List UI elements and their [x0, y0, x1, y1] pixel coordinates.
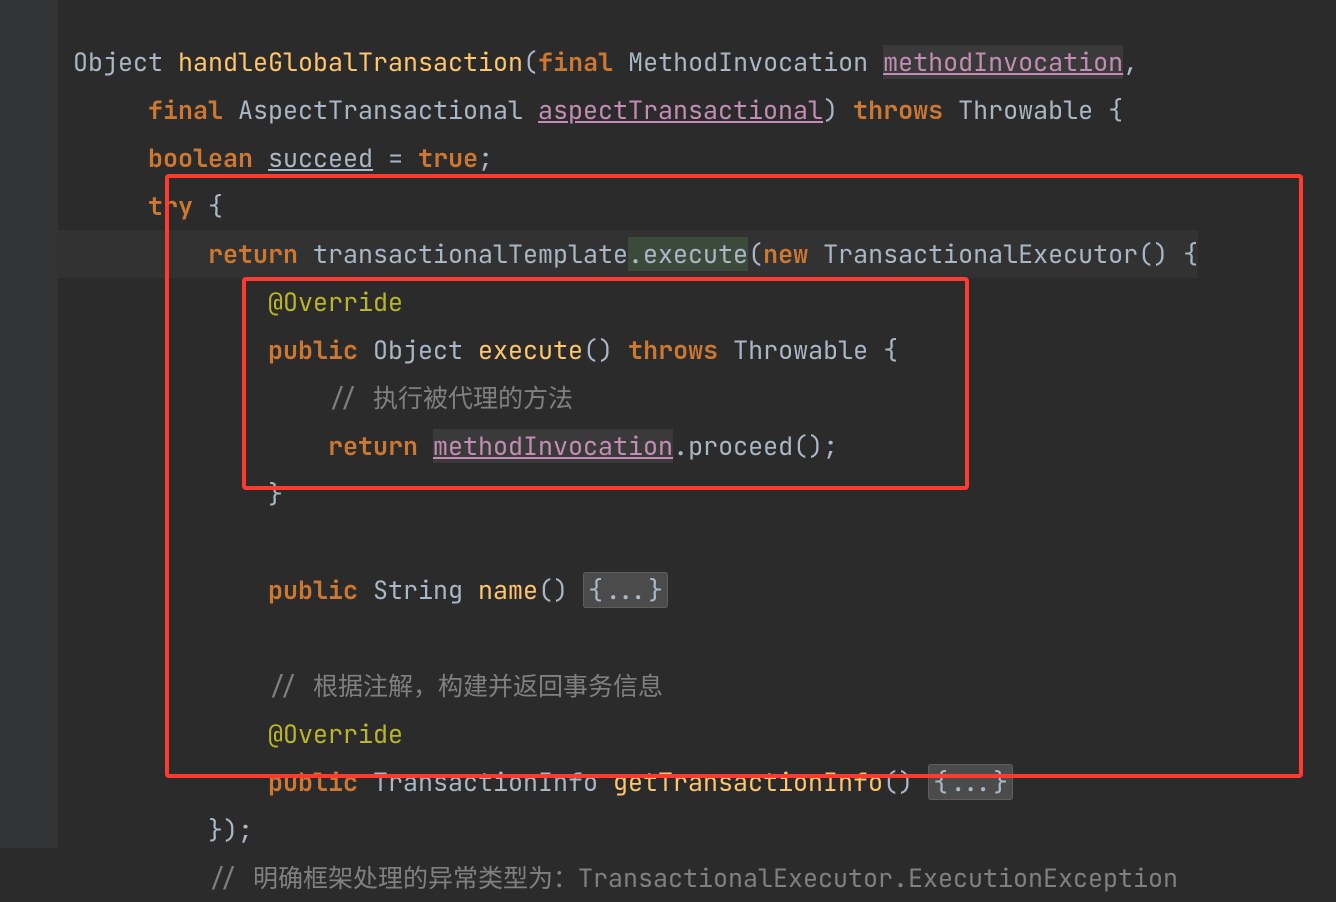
folded-block[interactable]: {...} [583, 572, 668, 608]
code-line: } [58, 477, 283, 511]
code-line: // 执行被代理的方法 [58, 381, 573, 415]
code-line: // 根据注解，构建并返回事务信息 [58, 669, 663, 703]
method-call-execute: .execute [628, 237, 748, 271]
code-line: @Override [58, 717, 403, 751]
code-line: }); [58, 813, 253, 847]
code-line: public Object execute() throws Throwable… [58, 333, 898, 367]
current-line: return transactionalTemplate.execute(new… [58, 230, 1198, 278]
code-line: public TransactionInfo getTransactionInf… [58, 764, 1013, 800]
code-line: // 明确框架处理的异常类型为：TransactionalExecutor.Ex… [58, 861, 1178, 895]
variable-methodInvocation: methodInvocation [883, 45, 1123, 79]
code-line: final AspectTransactional aspectTransact… [58, 93, 1123, 127]
code-line: try { [58, 189, 223, 223]
code-line: boolean succeed = true; [58, 141, 493, 175]
code-line [58, 525, 73, 559]
variable-methodInvocation: methodInvocation [433, 429, 673, 463]
code-editor[interactable]: Object handleGlobalTransaction(final Met… [58, 0, 1198, 902]
editor-gutter [0, 0, 58, 848]
code-line: @Override [58, 285, 403, 319]
code-line [58, 621, 73, 655]
annotation-override: @Override [268, 285, 403, 319]
code-line: Object handleGlobalTransaction(final Met… [58, 45, 1138, 79]
variable-aspectTransactional: aspectTransactional [538, 93, 823, 127]
folded-block[interactable]: {...} [928, 764, 1013, 800]
code-line: public String name() {...} [58, 572, 668, 608]
annotation-override: @Override [268, 717, 403, 751]
code-line: return methodInvocation.proceed(); [58, 429, 838, 463]
